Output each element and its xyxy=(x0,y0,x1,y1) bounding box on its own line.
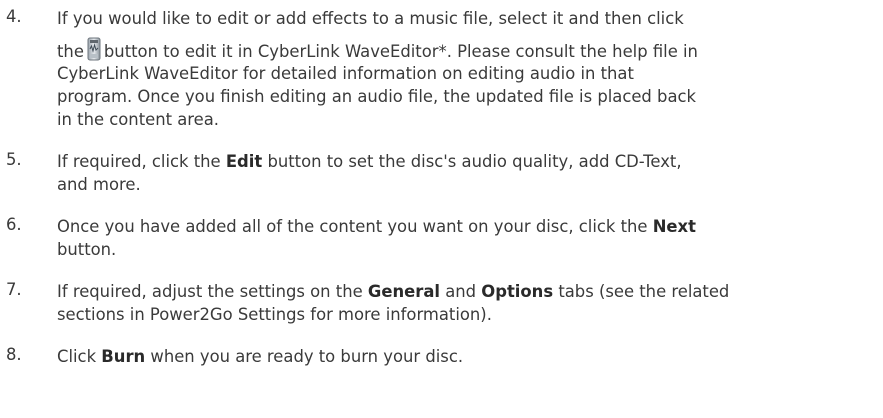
document-page: 4. If you would like to edit or add effe… xyxy=(0,0,883,418)
step-text: in the content area. xyxy=(57,110,219,129)
ui-term-edit: Edit xyxy=(225,152,263,171)
step-text: button to edit it in CyberLink WaveEdito… xyxy=(103,42,698,61)
step-text-line: CyberLink WaveEditor for detailed inform… xyxy=(57,62,871,85)
step-text: when you are ready to burn your disc. xyxy=(145,347,464,366)
step-text-line: program. Once you finish editing an audi… xyxy=(57,85,871,108)
ui-term-general: General xyxy=(367,282,441,301)
step-text-line: and more. xyxy=(57,173,871,196)
step-text: If required, click the xyxy=(57,152,226,171)
step-text: CyberLink WaveEditor for detailed inform… xyxy=(57,64,634,83)
ui-term-burn: Burn xyxy=(101,347,146,366)
step-text: the xyxy=(57,42,84,61)
step-text-line: button. xyxy=(57,238,871,261)
step-text-line: sections in Power2Go Settings for more i… xyxy=(57,303,871,326)
step-text: program. Once you finish editing an audi… xyxy=(57,87,697,106)
step-text: Once you have added all of the content y… xyxy=(57,217,653,236)
step-text-line: in the content area. xyxy=(57,108,871,131)
step-number: 5. xyxy=(6,150,22,169)
step-text-line: Click Burn when you are ready to burn yo… xyxy=(57,345,871,368)
step-text: and xyxy=(440,282,482,301)
step-text: button. xyxy=(57,240,117,259)
wave-editor-icon xyxy=(87,37,101,61)
step-number: 8. xyxy=(6,345,22,364)
step-text-line: Once you have added all of the content y… xyxy=(57,215,871,238)
step-text: tabs (see the related xyxy=(553,282,730,301)
step-text: If required, adjust the settings on the xyxy=(57,282,368,301)
step-text: sections in Power2Go Settings for more i… xyxy=(57,305,492,324)
step-text: and more. xyxy=(57,175,141,194)
step-number: 4. xyxy=(6,7,22,26)
ui-term-options: Options xyxy=(481,282,554,301)
step-text-line: the button to edit it in CyberLink WaveE… xyxy=(57,37,871,63)
ui-term-next: Next xyxy=(652,217,696,236)
step-text: Click xyxy=(57,347,102,366)
step-text: If you would like to edit or add effects… xyxy=(57,9,684,28)
step-text: button to set the disc's audio quality, … xyxy=(262,152,682,171)
step-text-line: If required, click the Edit button to se… xyxy=(57,150,871,173)
step-number: 7. xyxy=(6,280,22,299)
step-number: 6. xyxy=(6,215,22,234)
step-text-line: If you would like to edit or add effects… xyxy=(57,7,871,30)
step-text-line: If required, adjust the settings on the … xyxy=(57,280,871,303)
